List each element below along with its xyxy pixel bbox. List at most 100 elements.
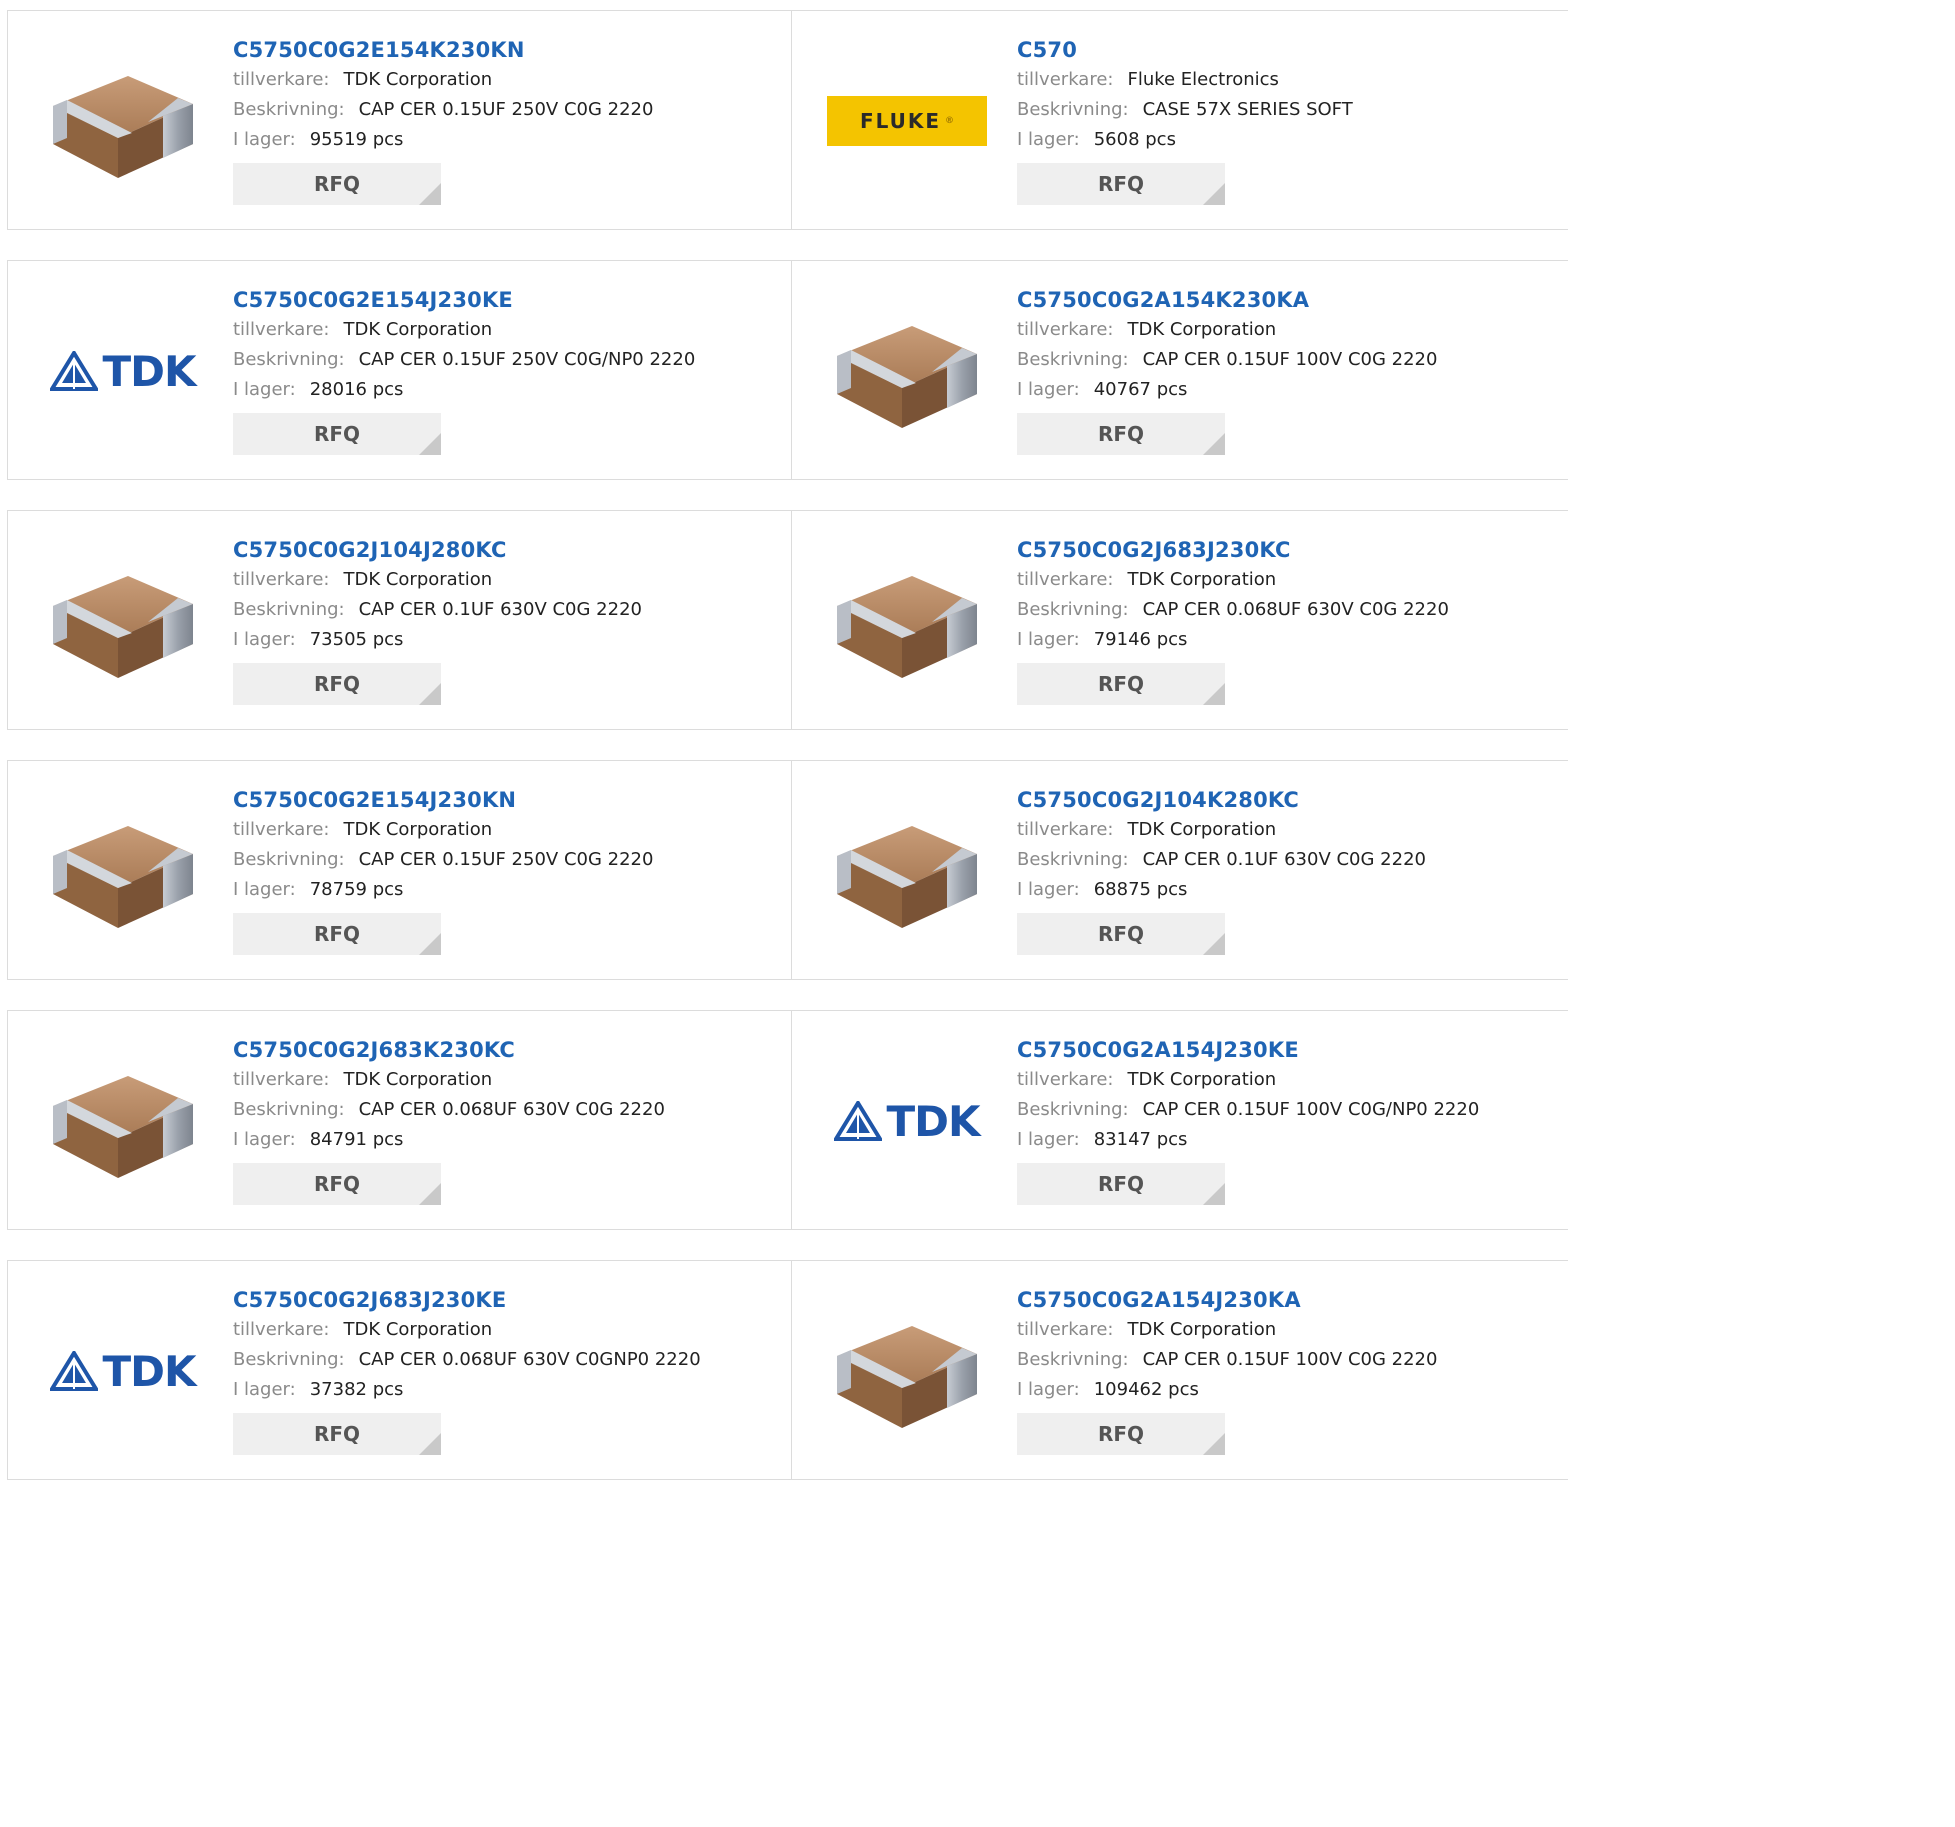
description-label: Beskrivning: [1017, 99, 1129, 120]
manufacturer-label: tillverkare: [1017, 1069, 1114, 1090]
product-image[interactable] [822, 301, 992, 441]
stock-label: I lager: [1017, 629, 1080, 650]
description-line: Beskrivning: CAP CER 0.068UF 630V C0GNP0 … [233, 1345, 781, 1375]
tdk-emblem-icon [834, 1101, 883, 1141]
description-value: CAP CER 0.1UF 630V C0G 2220 [358, 599, 642, 620]
rfq-label: RFQ [1097, 1422, 1145, 1446]
part-number-link[interactable]: C570 [1017, 35, 1558, 65]
rfq-label: RFQ [313, 1172, 361, 1196]
stock-value: 95519 pcs [309, 129, 404, 150]
product-image[interactable] [38, 551, 208, 691]
manufacturer-label: tillverkare: [1017, 1319, 1114, 1340]
description-value: CAP CER 0.068UF 630V C0G 2220 [1142, 599, 1449, 620]
description-value: CAP CER 0.068UF 630V C0G 2220 [358, 1099, 665, 1120]
rfq-label: RFQ [1097, 422, 1145, 446]
stock-label: I lager: [233, 379, 296, 400]
product-card: TDK C5750C0G2J683J230KE tillverkare: TDK … [7, 1261, 792, 1479]
product-info: C570 tillverkare: Fluke Electronics Beskr… [1017, 35, 1558, 205]
rfq-button[interactable]: RFQ [233, 913, 441, 955]
product-info: C5750C0G2J104K280KC tillverkare: TDK Corp… [1017, 785, 1558, 955]
rfq-label: RFQ [313, 922, 361, 946]
part-number-link[interactable]: C5750C0G2J683J230KE [233, 1285, 781, 1315]
manufacturer-value: TDK Corporation [343, 819, 493, 840]
stock-label: I lager: [233, 879, 296, 900]
part-number-link[interactable]: C5750C0G2A154J230KE [1017, 1035, 1558, 1065]
stock-label: I lager: [1017, 879, 1080, 900]
stock-label: I lager: [233, 1379, 296, 1400]
rfq-button[interactable]: RFQ [233, 163, 441, 205]
manufacturer-line: tillverkare: TDK Corporation [1017, 1065, 1558, 1095]
corner-triangle-icon [419, 433, 441, 455]
stock-value: 78759 pcs [309, 879, 404, 900]
rfq-button[interactable]: RFQ [1017, 663, 1225, 705]
corner-triangle-icon [1203, 433, 1225, 455]
product-row: C5750C0G2E154K230KN tillverkare: TDK Corp… [7, 10, 1568, 230]
corner-triangle-icon [419, 683, 441, 705]
part-number-link[interactable]: C5750C0G2J683J230KC [1017, 535, 1558, 565]
rfq-button[interactable]: RFQ [1017, 413, 1225, 455]
tdk-logo: TDK [50, 347, 197, 396]
part-number-link[interactable]: C5750C0G2J683K230KC [233, 1035, 781, 1065]
rfq-button[interactable]: RFQ [233, 1413, 441, 1455]
product-row: TDK C5750C0G2J683J230KE tillverkare: TDK … [7, 1260, 1568, 1480]
product-card: C5750C0G2E154K230KN tillverkare: TDK Corp… [7, 11, 792, 229]
product-image[interactable]: TDK [38, 1301, 208, 1441]
rfq-button[interactable]: RFQ [1017, 1163, 1225, 1205]
description-value: CAP CER 0.15UF 250V C0G 2220 [358, 99, 654, 120]
part-number-link[interactable]: C5750C0G2E154J230KE [233, 285, 781, 315]
description-line: Beskrivning: CAP CER 0.15UF 100V C0G 2220 [1017, 1345, 1558, 1375]
manufacturer-label: tillverkare: [1017, 319, 1114, 340]
manufacturer-line: tillverkare: TDK Corporation [1017, 815, 1558, 845]
product-info: C5750C0G2E154J230KN tillverkare: TDK Corp… [233, 785, 781, 955]
stock-value: 40767 pcs [1093, 379, 1188, 400]
description-line: Beskrivning: CAP CER 0.15UF 100V C0G/NP0 … [1017, 1095, 1558, 1125]
part-number-link[interactable]: C5750C0G2E154J230KN [233, 785, 781, 815]
manufacturer-value: TDK Corporation [1127, 569, 1277, 590]
part-number-link[interactable]: C5750C0G2J104J280KC [233, 535, 781, 565]
tdk-emblem-icon [50, 351, 99, 391]
manufacturer-label: tillverkare: [1017, 569, 1114, 590]
manufacturer-value: TDK Corporation [343, 569, 493, 590]
product-image[interactable]: FLUKE ® [822, 51, 992, 191]
stock-line: I lager: 95519 pcs [233, 125, 781, 155]
product-image[interactable] [822, 801, 992, 941]
product-image[interactable]: TDK [38, 301, 208, 441]
part-number-link[interactable]: C5750C0G2E154K230KN [233, 35, 781, 65]
rfq-label: RFQ [1097, 1172, 1145, 1196]
product-image[interactable]: TDK [822, 1051, 992, 1191]
description-value: CASE 57X SERIES SOFT [1142, 99, 1353, 120]
stock-line: I lager: 78759 pcs [233, 875, 781, 905]
product-card: C5750C0G2A154K230KA tillverkare: TDK Corp… [792, 261, 1568, 479]
rfq-button[interactable]: RFQ [233, 413, 441, 455]
manufacturer-value: TDK Corporation [343, 69, 493, 90]
product-card: C5750C0G2J683K230KC tillverkare: TDK Corp… [7, 1011, 792, 1229]
part-number-link[interactable]: C5750C0G2J104K280KC [1017, 785, 1558, 815]
tdk-logo: TDK [50, 1347, 197, 1396]
product-image[interactable] [822, 551, 992, 691]
product-row: C5750C0G2E154J230KN tillverkare: TDK Corp… [7, 760, 1568, 980]
product-image[interactable] [38, 51, 208, 191]
product-image[interactable] [822, 1301, 992, 1441]
manufacturer-line: tillverkare: Fluke Electronics [1017, 65, 1558, 95]
description-line: Beskrivning: CAP CER 0.15UF 250V C0G 2220 [233, 845, 781, 875]
corner-triangle-icon [1203, 683, 1225, 705]
stock-line: I lager: 68875 pcs [1017, 875, 1558, 905]
product-image[interactable] [38, 801, 208, 941]
part-number-link[interactable]: C5750C0G2A154K230KA [1017, 285, 1558, 315]
product-image[interactable] [38, 1051, 208, 1191]
description-line: Beskrivning: CAP CER 0.15UF 250V C0G 2220 [233, 95, 781, 125]
rfq-button[interactable]: RFQ [233, 1163, 441, 1205]
manufacturer-line: tillverkare: TDK Corporation [233, 1065, 781, 1095]
product-card: FLUKE ® C570 tillverkare: Fluke Electronic… [792, 11, 1568, 229]
stock-value: 68875 pcs [1093, 879, 1188, 900]
rfq-button[interactable]: RFQ [1017, 1413, 1225, 1455]
rfq-button[interactable]: RFQ [1017, 163, 1225, 205]
manufacturer-line: tillverkare: TDK Corporation [1017, 565, 1558, 595]
rfq-button[interactable]: RFQ [233, 663, 441, 705]
rfq-button[interactable]: RFQ [1017, 913, 1225, 955]
part-number-link[interactable]: C5750C0G2A154J230KA [1017, 1285, 1558, 1315]
manufacturer-line: tillverkare: TDK Corporation [233, 565, 781, 595]
rfq-label: RFQ [1097, 672, 1145, 696]
description-line: Beskrivning: CAP CER 0.1UF 630V C0G 2220 [233, 595, 781, 625]
stock-line: I lager: 73505 pcs [233, 625, 781, 655]
